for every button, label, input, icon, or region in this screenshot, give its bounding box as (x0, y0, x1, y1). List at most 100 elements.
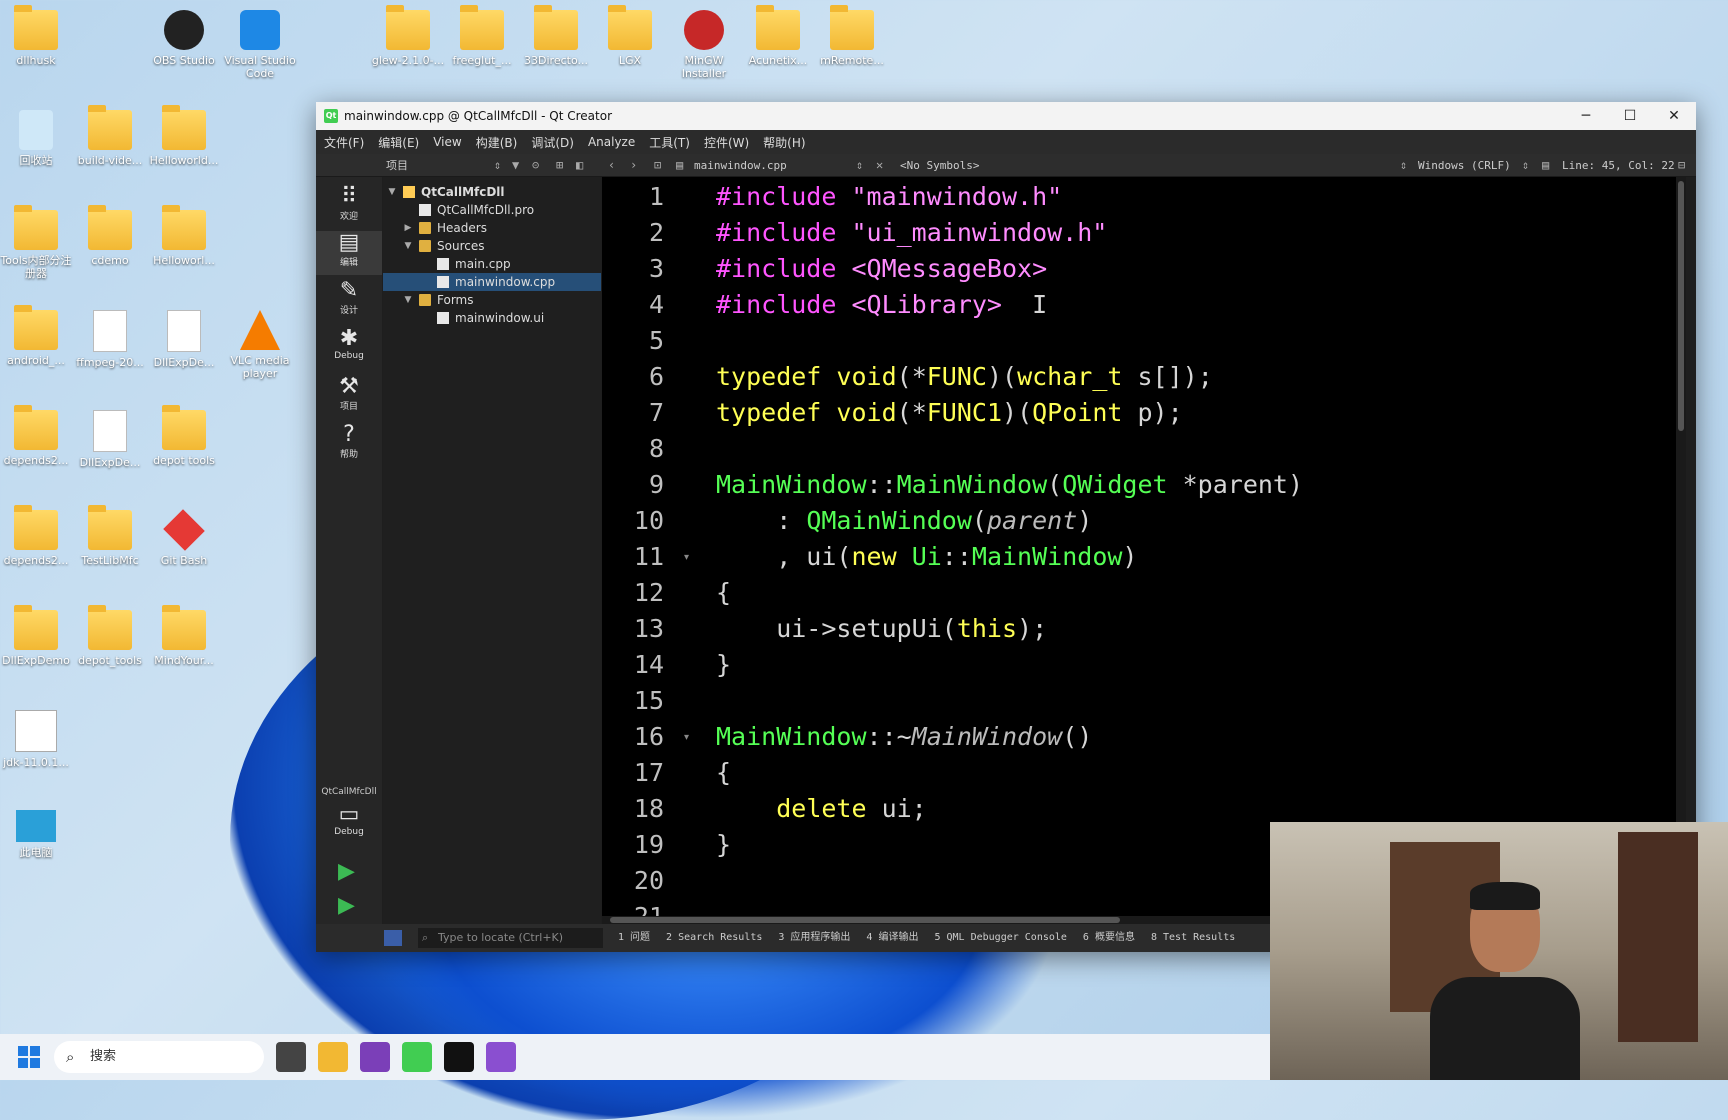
fold-marker-icon[interactable]: ▾ (684, 552, 689, 563)
desktop-icon[interactable]: depot tools (146, 405, 222, 467)
code-line[interactable]: #include "ui_mainwindow.h" (716, 215, 1107, 251)
tab-general-messages[interactable]: 6 概要信息 (1083, 924, 1135, 952)
desktop-icon[interactable]: build-vide... (72, 105, 148, 167)
updown-icon[interactable]: ⇕ (1522, 158, 1529, 172)
menu-analyze[interactable]: Analyze (588, 135, 635, 149)
scroll-thumb[interactable] (1678, 181, 1684, 431)
tab-issues[interactable]: 1 问题 (618, 924, 650, 952)
tab-application-output[interactable]: 3 应用程序输出 (778, 924, 850, 952)
updown-icon[interactable]: ⇕ (1400, 158, 1407, 172)
desktop-icon[interactable]: jdk-11.0.1... (0, 710, 74, 769)
cursor-position[interactable]: Line: 45, Col: 22 (1562, 159, 1675, 172)
code-line[interactable]: } (716, 647, 731, 683)
symbols-selector[interactable]: <No Symbols> (900, 159, 979, 172)
close-document-icon[interactable]: ✕ (876, 158, 883, 172)
tab-qml-debugger[interactable]: 5 QML Debugger Console (934, 924, 1066, 952)
visual-studio-icon[interactable] (486, 1042, 516, 1072)
encoding-selector[interactable]: Windows (CRLF) (1418, 159, 1511, 172)
desktop-icon[interactable]: cdemo (72, 205, 148, 267)
split-editor-icon[interactable]: ⊟ (1678, 158, 1685, 172)
code-line[interactable]: } (716, 827, 731, 863)
code-line[interactable]: : QMainWindow(parent) (716, 503, 1092, 539)
toggle-sidebar-button[interactable] (384, 930, 402, 946)
menu-tools[interactable]: 工具(T) (649, 134, 690, 151)
mode-edit[interactable]: ▤ 编辑 (316, 231, 382, 275)
tree-item-pro-file[interactable]: QtCallMfcDll.pro (383, 201, 601, 219)
desktop-icon[interactable]: MindYour... (146, 605, 222, 667)
desktop-icon[interactable]: Tools内部分注册器 (0, 205, 74, 280)
desktop-icon[interactable]: mRemote... (814, 5, 890, 67)
menu-help[interactable]: 帮助(H) (763, 134, 805, 151)
lock-icon[interactable]: ⊡ (654, 158, 661, 172)
kit-selector[interactable]: ▭ Debug (316, 803, 382, 847)
desktop-icon[interactable]: VLC media player (222, 310, 298, 380)
run-button[interactable]: ▶ (338, 859, 355, 884)
tree-item-mainwindow-ui[interactable]: mainwindow.ui (383, 309, 601, 327)
mode-debug[interactable]: ✱ Debug (316, 327, 382, 371)
desktop-icon[interactable]: 回收站 (0, 110, 74, 167)
open-file-selector[interactable]: mainwindow.cpp (694, 159, 787, 172)
desktop-icon[interactable]: Helloworl... (146, 205, 222, 267)
menu-edit[interactable]: 编辑(E) (378, 134, 419, 151)
desktop-icon[interactable]: android_... (0, 305, 74, 367)
code-line[interactable]: { (716, 755, 731, 791)
file-explorer-icon[interactable] (318, 1042, 348, 1072)
desktop-icon[interactable]: depends2... (0, 405, 74, 467)
expand-arrow-icon[interactable]: ▶ (403, 219, 413, 237)
tree-item-headers[interactable]: ▶ Headers (383, 219, 601, 237)
code-line[interactable]: typedef void(*FUNC)(wchar_t s[]); (716, 359, 1213, 395)
desktop-icon[interactable]: dllhusk (0, 5, 74, 67)
code-line[interactable]: delete ui; (716, 791, 927, 827)
tab-test-results[interactable]: 8 Test Results (1151, 924, 1235, 952)
terminal-icon[interactable] (444, 1042, 474, 1072)
desktop-icon[interactable]: Helloworld... (146, 105, 222, 167)
qt-creator-taskbar-icon[interactable] (402, 1042, 432, 1072)
desktop-icon[interactable]: OBS Studio (146, 10, 222, 67)
mode-design[interactable]: ✎ 设计 (316, 279, 382, 323)
desktop-icon[interactable]: DllExpDe... (146, 310, 222, 369)
menu-file[interactable]: 文件(F) (324, 134, 364, 151)
visual-studio-icon[interactable] (360, 1042, 390, 1072)
code-line[interactable]: ui->setupUi(this); (716, 611, 1047, 647)
tab-search-results[interactable]: 2 Search Results (666, 924, 762, 952)
desktop-icon[interactable]: TestLibMfc (72, 505, 148, 567)
mode-welcome[interactable]: ⠿ 欢迎 (316, 185, 382, 229)
code-editor[interactable]: 1 2 3 4 5 6 7 8 9 10 11 12 13 14 15 16 1… (602, 177, 1686, 916)
start-button[interactable] (18, 1046, 40, 1068)
close-sidebar-icon[interactable]: ◧ (576, 158, 583, 172)
mode-projects[interactable]: ⚒ 项目 (316, 375, 382, 419)
link-icon[interactable]: ⊝ (532, 158, 539, 172)
desktop-icon[interactable]: DllExpDe... (72, 410, 148, 469)
mode-help[interactable]: ? 帮助 (316, 423, 382, 467)
updown-icon[interactable]: ⇕ (856, 158, 863, 172)
code-line[interactable]: { (716, 575, 731, 611)
locator-input[interactable]: ⌕ Type to locate (Ctrl+K) (418, 928, 603, 948)
desktop-icon[interactable]: 此电脑 (0, 810, 74, 859)
scroll-thumb[interactable] (610, 917, 1120, 923)
desktop-icon[interactable]: ffmpeg-20... (72, 310, 148, 369)
desktop-icon[interactable]: DllExpDemo (0, 605, 74, 667)
taskbar-search[interactable]: ⌕ 搜索 (54, 1041, 264, 1073)
desktop-icon[interactable]: MinGW Installer (666, 10, 742, 80)
minimize-button[interactable]: ─ (1564, 108, 1608, 124)
desktop-icon[interactable]: Visual Studio Code (222, 10, 298, 80)
desktop-icon[interactable]: Git Bash (146, 509, 222, 567)
code-line[interactable]: #include <QLibrary> I (716, 287, 1047, 323)
filter-icon[interactable]: ▼ (512, 158, 519, 172)
desktop-icon[interactable]: depends2... (0, 505, 74, 567)
tree-item-project[interactable]: ▼ QtCallMfcDll (383, 183, 601, 201)
maximize-button[interactable]: ☐ (1608, 108, 1652, 124)
code-line[interactable]: , ui(new Ui::MainWindow) (716, 539, 1137, 575)
split-icon[interactable]: ⊞ (556, 158, 563, 172)
vertical-scrollbar[interactable] (1676, 177, 1686, 916)
updown-icon[interactable]: ⇕ (494, 158, 501, 172)
tree-item-sources[interactable]: ▼ Sources (383, 237, 601, 255)
debug-run-button[interactable]: ▶ (338, 893, 355, 918)
expand-arrow-icon[interactable]: ▼ (403, 291, 413, 309)
code-line[interactable]: #include <QMessageBox> (716, 251, 1047, 287)
desktop-icon[interactable]: LGX (592, 5, 668, 67)
code-line[interactable]: #include "mainwindow.h" (716, 179, 1062, 215)
tab-compile-output[interactable]: 4 编译输出 (866, 924, 918, 952)
desktop-icon[interactable]: depot_tools (72, 605, 148, 667)
menu-debug[interactable]: 调试(D) (531, 134, 574, 151)
